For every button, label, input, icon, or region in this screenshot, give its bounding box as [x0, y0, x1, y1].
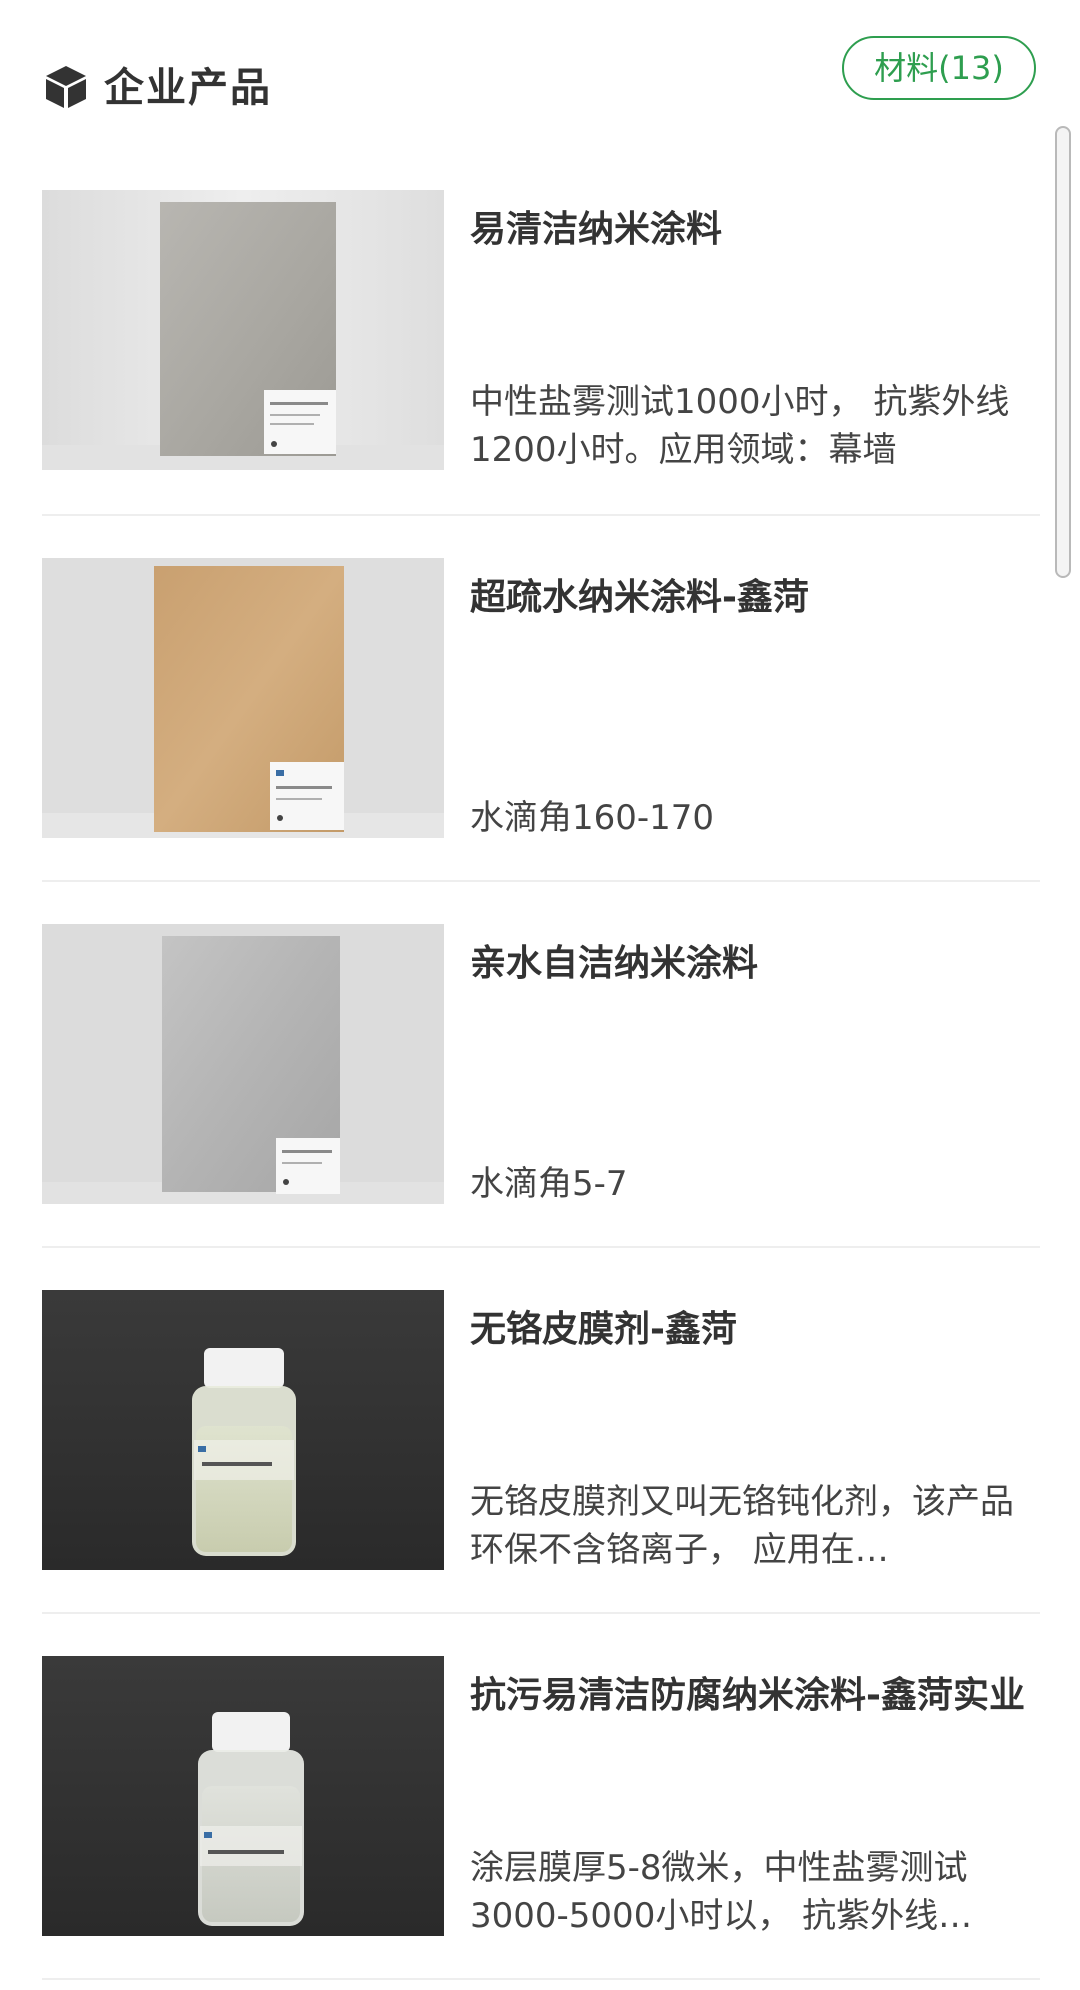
divider	[42, 1612, 1040, 1614]
product-item[interactable]: 超疏水纳米涂料-鑫菏 水滴角160-170	[42, 558, 1040, 838]
product-description: 中性盐雾测试1000小时， 抗紫外线1200小时。应用领域：幕墙	[470, 382, 1010, 470]
product-description: 无铬皮膜剂又叫无铬钝化剂，该产品环保不含铬离子， 应用在…	[470, 1482, 1014, 1570]
product-item[interactable]: 易清洁纳米涂料 中性盐雾测试1000小时， 抗紫外线1200小时。应用领域：幕墙	[42, 190, 1040, 470]
product-description: 水滴角5-7	[470, 1164, 628, 1204]
divider	[42, 514, 1040, 516]
product-image	[42, 1656, 444, 1936]
divider	[42, 1978, 1040, 1980]
product-image	[42, 924, 444, 1204]
product-item[interactable]: 抗污易清洁防腐纳米涂料-鑫菏实业 涂层膜厚5-8微米，中性盐雾测试3000-50…	[42, 1656, 1040, 1936]
product-item[interactable]: 亲水自洁纳米涂料 水滴角5-7	[42, 924, 1040, 1204]
product-description: 水滴角160-170	[470, 798, 715, 838]
product-title[interactable]: 易清洁纳米涂料	[470, 200, 1038, 260]
category-filter-button[interactable]: 材料(13)	[842, 36, 1036, 100]
product-image	[42, 1290, 444, 1570]
section-title: 企业产品	[104, 65, 272, 111]
product-title[interactable]: 抗污易清洁防腐纳米涂料-鑫菏实业	[470, 1666, 1038, 1726]
product-description: 涂层膜厚5-8微米，中性盐雾测试3000-5000小时以， 抗紫外线…	[470, 1848, 973, 1936]
product-title[interactable]: 无铬皮膜剂-鑫菏	[470, 1300, 1038, 1360]
product-item[interactable]: 无铬皮膜剂-鑫菏 无铬皮膜剂又叫无铬钝化剂，该产品环保不含铬离子， 应用在…	[42, 1290, 1040, 1570]
divider	[42, 1246, 1040, 1248]
section-header: 企业产品 材料(13)	[0, 0, 1080, 170]
product-image	[42, 558, 444, 838]
product-title[interactable]: 亲水自洁纳米涂料	[470, 934, 1038, 994]
divider	[42, 880, 1040, 882]
product-title[interactable]: 超疏水纳米涂料-鑫菏	[470, 568, 1038, 628]
scrollbar[interactable]	[1055, 126, 1071, 578]
product-image	[42, 190, 444, 470]
cube-icon	[44, 64, 88, 110]
